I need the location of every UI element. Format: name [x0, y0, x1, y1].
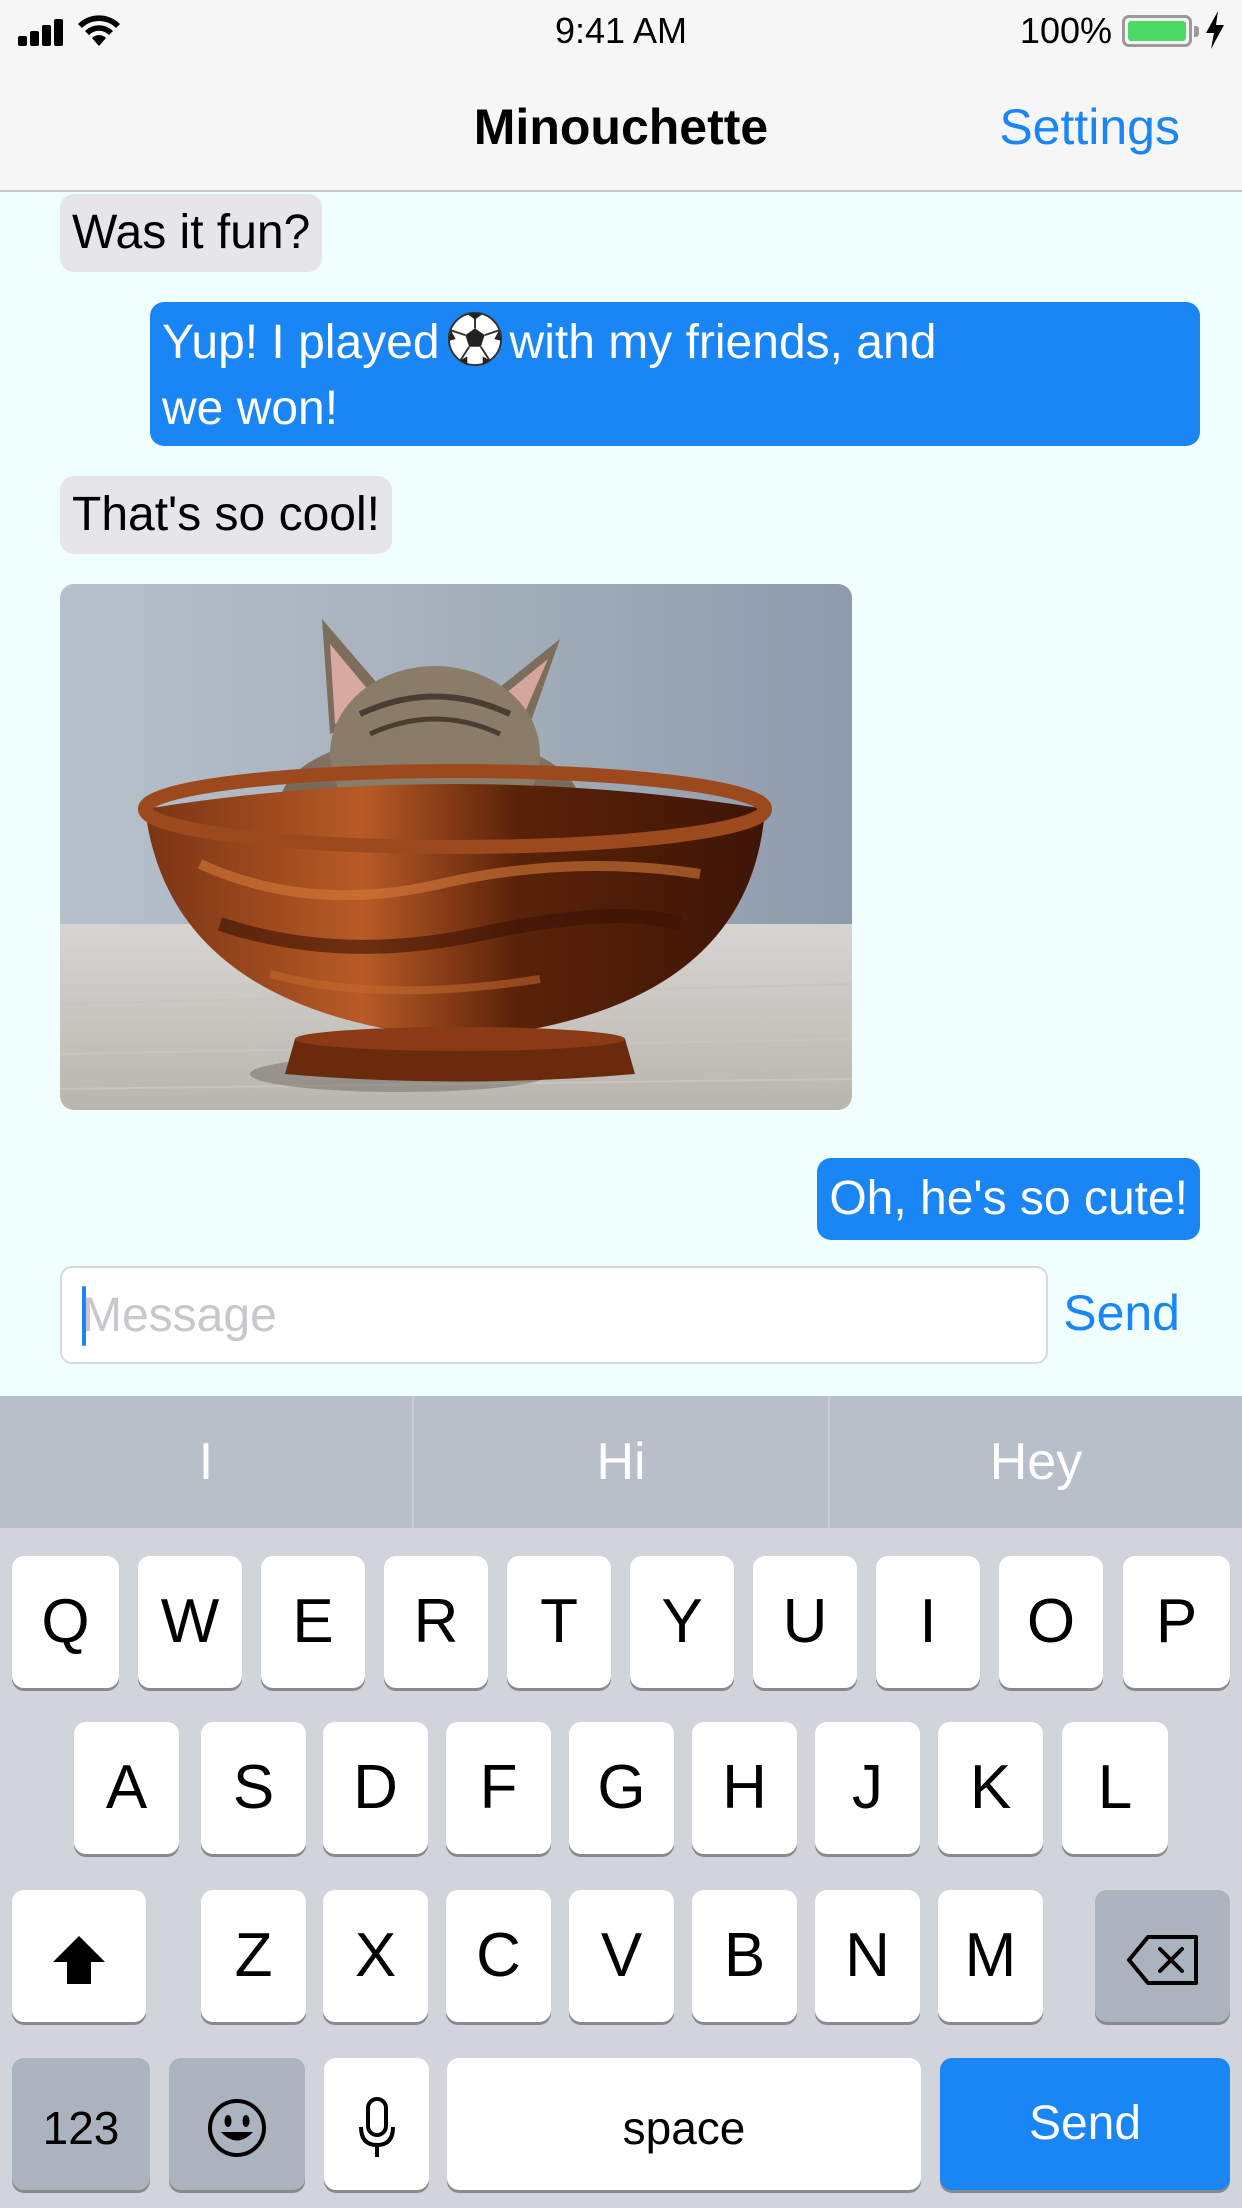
shift-arrow-icon — [53, 1935, 105, 1984]
key[interactable]: F — [446, 1722, 551, 1854]
key[interactable]: K — [938, 1722, 1043, 1854]
charging-bolt-icon — [1206, 11, 1224, 49]
key[interactable]: L — [1062, 1722, 1168, 1854]
keyboard-send-label: Send — [1028, 2097, 1142, 2150]
key[interactable]: S — [201, 1722, 306, 1854]
key[interactable]: I — [876, 1556, 980, 1688]
kitten-in-bowl-image — [60, 584, 852, 1110]
message-incoming: Was it fun? — [60, 194, 323, 272]
backspace-icon — [1126, 1934, 1198, 1985]
soccer-ball-icon — [447, 311, 502, 367]
key[interactable]: H — [692, 1722, 797, 1854]
space-key-label: space — [622, 2102, 746, 2154]
message-text: with my friends, and — [509, 316, 937, 369]
key[interactable]: G — [569, 1722, 674, 1854]
numbers-key[interactable]: 123 — [12, 2058, 150, 2190]
key[interactable]: V — [569, 1890, 674, 2022]
shift-key[interactable] — [12, 1890, 146, 2022]
key[interactable]: Y — [630, 1556, 734, 1688]
space-key[interactable]: space — [447, 2058, 921, 2190]
battery-percent: 100% — [1019, 10, 1112, 51]
battery-fill — [1128, 21, 1186, 41]
key[interactable]: P — [1123, 1556, 1230, 1688]
send-button[interactable]: Send — [1063, 1284, 1180, 1342]
status-bar: 9:41 AM 100% — [0, 0, 1242, 62]
suggestion[interactable]: Hey — [830, 1396, 1242, 1528]
key[interactable]: U — [753, 1556, 857, 1688]
navigation-bar: Minouchette Settings — [0, 62, 1242, 192]
message-text: we won! — [162, 382, 339, 435]
text-cursor — [82, 1286, 86, 1346]
dictation-key[interactable] — [324, 2058, 429, 2190]
key[interactable]: E — [261, 1556, 365, 1688]
key[interactable]: X — [323, 1890, 428, 2022]
suggestion[interactable]: I — [0, 1396, 412, 1528]
kitten-photo[interactable] — [60, 584, 852, 1110]
key[interactable]: O — [999, 1556, 1103, 1688]
message-text: That's so cool! — [72, 488, 380, 541]
key[interactable]: A — [74, 1722, 179, 1854]
emoji-smiley-icon — [208, 2098, 266, 2157]
key[interactable]: W — [138, 1556, 242, 1688]
suggestion[interactable]: Hi — [414, 1396, 828, 1528]
key[interactable]: B — [692, 1890, 797, 2022]
message-text: Oh, he's so cute! — [829, 1172, 1188, 1225]
key[interactable]: C — [446, 1890, 551, 2022]
key[interactable]: T — [507, 1556, 611, 1688]
key[interactable]: R — [384, 1556, 488, 1688]
message-incoming: That's so cool! — [60, 476, 392, 554]
message-outgoing: Yup! I played with my friends, and we wo… — [150, 302, 1200, 446]
keyboard: I Hi Hey Q W E R T Y U I O P A S D F G H… — [0, 1396, 1242, 2208]
keyboard-send-key[interactable]: Send — [940, 2058, 1230, 2190]
key[interactable]: M — [938, 1890, 1043, 2022]
settings-button[interactable]: Settings — [999, 98, 1180, 156]
battery-icon — [1122, 15, 1199, 47]
key[interactable]: N — [815, 1890, 920, 2022]
message-input[interactable] — [60, 1266, 1048, 1364]
message-text: Yup! I played — [162, 316, 440, 369]
message-outgoing: Oh, he's so cute! — [817, 1158, 1200, 1240]
key[interactable]: J — [815, 1722, 920, 1854]
key[interactable]: D — [323, 1722, 428, 1854]
numbers-key-label: 123 — [42, 2102, 120, 2154]
emoji-key[interactable] — [169, 2058, 305, 2190]
key[interactable]: Z — [201, 1890, 306, 2022]
key[interactable]: Q — [12, 1556, 119, 1688]
microphone-icon — [358, 2096, 395, 2157]
delete-key[interactable] — [1095, 1890, 1230, 2022]
message-text: Was it fun? — [72, 206, 311, 259]
predictive-bar: I Hi Hey — [0, 1396, 1242, 1528]
